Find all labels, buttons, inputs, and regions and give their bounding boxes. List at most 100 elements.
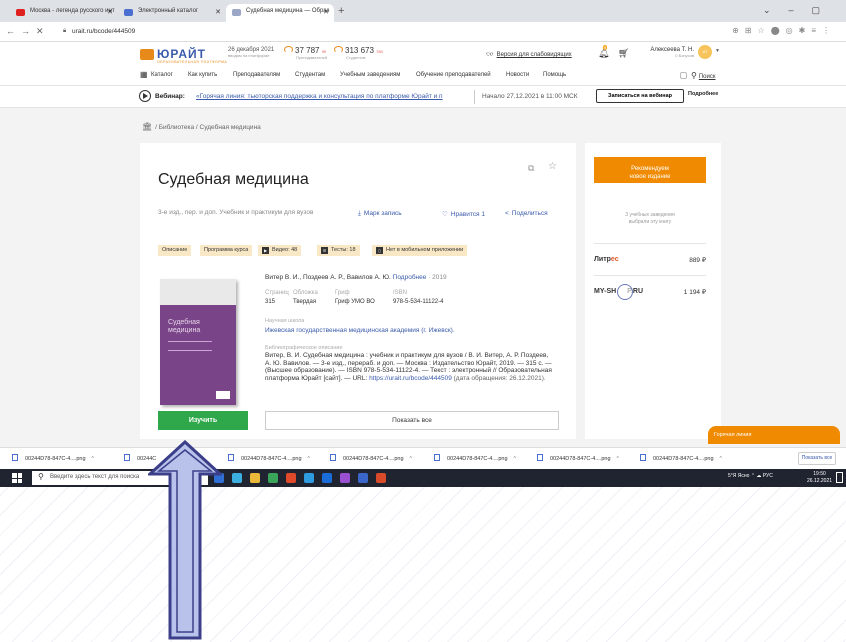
square-icon — [680, 72, 687, 79]
gauge-icon — [334, 46, 343, 53]
menu-item[interactable]: Помощь — [543, 72, 566, 78]
catalog-grid-icon[interactable]: ▦ — [140, 70, 148, 79]
authors-more-link[interactable]: Подробнее — [393, 274, 427, 281]
search-icon: ⚲ — [38, 472, 44, 481]
menu-item[interactable]: Каталог — [151, 72, 173, 78]
lock-icon[interactable]: 🔒︎ — [63, 28, 66, 35]
tab-program[interactable]: Программа курса — [200, 245, 253, 256]
star-icon[interactable]: ☆ — [548, 161, 557, 172]
tab-video[interactable]: ▶ Видео: 48 — [258, 245, 302, 256]
menu-item[interactable]: Студентам — [295, 72, 325, 78]
webinar-link[interactable]: «Горячая линия: тьюторская поддержка и к… — [196, 93, 471, 100]
recommend-new-edition-button[interactable]: Рекомендуем новое издание — [594, 157, 706, 183]
shop-litres[interactable]: Литрес 889 ₽ — [594, 256, 706, 268]
menu-item[interactable]: Учебным заведениям — [340, 72, 400, 78]
address-bar: ←→✕ 🔒︎ urait.ru/bcode/444509 ⊕⊞☆⬤◎✱≡⋮ — [0, 22, 846, 42]
app-icon[interactable] — [286, 473, 296, 483]
download-item[interactable]: 00244D78-847C-4....png ^ — [640, 454, 722, 462]
webinar-signup-button[interactable]: Записаться на вебинар — [596, 89, 684, 103]
shop-myshop[interactable]: MY-SH P.RU 1 194 ₽ — [594, 284, 706, 300]
app-icon[interactable] — [340, 473, 350, 483]
menu-item[interactable]: Преподавателям — [233, 72, 280, 78]
learn-button[interactable]: Изучить — [158, 411, 248, 430]
book-subtitle: 3-е изд., пер. и доп. Учебник и практику… — [158, 209, 314, 216]
visually-impaired-link[interactable]: 👓︎ Версия для слабовидящих — [486, 51, 572, 58]
share-button[interactable]: < Поделиться — [505, 210, 548, 217]
site-header: ЮРАЙТ ОБРАЗОВАТЕЛЬНАЯ ПЛАТФОРМА 26 декаб… — [0, 42, 846, 86]
clock[interactable]: 19:50 26.12.2021 — [807, 471, 832, 485]
main-menu: ▦ Каталог Как купить Преподавателям Студ… — [140, 70, 720, 84]
breadcrumb[interactable]: 🏛︎ / Библиотека / Судебная медицина — [142, 122, 261, 131]
user-name[interactable]: Алексеева Т. Н. 0 Бонусов — [648, 47, 694, 58]
tab-mobile[interactable]: ▯ Нет в мобильном приложении — [372, 245, 468, 256]
url-field[interactable]: urait.ru/bcode/444509 — [72, 28, 135, 35]
heart-icon: ♡ — [442, 211, 448, 218]
app-icon[interactable] — [232, 473, 242, 483]
menu-item[interactable]: Обучение преподавателей — [416, 72, 491, 78]
search-link[interactable]: ⚲ Поиск — [680, 71, 716, 80]
windows-start-icon[interactable] — [12, 473, 22, 483]
nav-buttons-icon[interactable]: ←→✕ — [6, 26, 50, 37]
browser-tab-active[interactable]: Судебная медицина — Образ ✕ — [226, 4, 334, 22]
chevron-up-icon: ^ — [409, 456, 412, 462]
notifications-icon[interactable] — [836, 472, 843, 483]
search-icon: ⚲ — [691, 71, 697, 80]
new-tab-icon[interactable]: + — [338, 5, 344, 17]
app-icon[interactable] — [358, 473, 368, 483]
bell-icon[interactable]: 🔔︎ 5 — [598, 45, 609, 59]
window-controls[interactable]: ⌄–▢ — [763, 5, 838, 16]
tab-tests[interactable]: ☰ Тесты: 18 — [317, 245, 360, 256]
myshop-logo-icon — [617, 284, 633, 300]
file-icon — [640, 454, 646, 461]
download-item[interactable]: 00244D78-847C-4....png ^ — [434, 454, 516, 462]
meta-pages: Страниц 315 — [265, 290, 289, 305]
webinar-more-link[interactable]: Подробнее — [688, 91, 718, 97]
download-item[interactable]: 00244D78-847C-4....png ^ — [228, 454, 310, 462]
authors: Витер В. И., Поздеев А. Р., Вавилов А. Ю… — [265, 274, 447, 281]
file-icon — [537, 454, 543, 461]
folder-icon[interactable] — [250, 473, 260, 483]
app-icon[interactable] — [322, 473, 332, 483]
browser-tab[interactable]: Электронный каталог ✕ — [118, 4, 226, 22]
hotline-button[interactable]: Горячая линия — [708, 426, 840, 444]
book-cover[interactable]: Судебная медицина — [160, 279, 236, 405]
divider — [594, 243, 706, 244]
tab-description[interactable]: Описание — [158, 245, 192, 256]
menu-item[interactable]: Новости — [506, 72, 529, 78]
copy-icon[interactable]: ⧉ — [528, 163, 534, 174]
close-tab-icon[interactable]: ✕ — [215, 8, 221, 16]
like-button[interactable]: ♡ Нравится 1 — [442, 210, 485, 218]
browser-tab[interactable]: Москва - легенда русского инт ✕ — [10, 4, 118, 22]
webinar-date: Начало 27.12.2021 в 11:00 МСК — [482, 93, 578, 100]
file-icon — [330, 454, 336, 461]
chevron-up-icon: ^ — [307, 456, 310, 462]
biblio-url[interactable]: https://urait.ru/bcode/444509 — [369, 375, 452, 382]
chevron-down-icon[interactable]: ▼ — [715, 48, 720, 54]
show-all-button[interactable]: Показать все — [265, 411, 559, 430]
app-icon[interactable] — [376, 473, 386, 483]
glasses-icon: 👓︎ — [486, 52, 494, 58]
cart-icon[interactable]: 🛒︎ — [618, 48, 629, 59]
app-icon[interactable] — [304, 473, 314, 483]
download-item[interactable]: 00244D78-847C-4....png ^ — [330, 454, 412, 462]
extension-icons[interactable]: ⊕⊞☆⬤◎✱≡⋮ — [732, 26, 836, 35]
video-icon: ▶ — [262, 247, 269, 254]
mobile-icon: ▯ — [376, 247, 383, 254]
school-link[interactable]: Ижевская государственная медицинская ака… — [265, 327, 455, 334]
download-icon: ⤓ — [358, 210, 361, 217]
app-icon[interactable] — [268, 473, 278, 483]
close-tab-icon[interactable]: ✕ — [323, 8, 329, 16]
cover-lines — [168, 341, 212, 351]
taskbar: ⚲ Введите здесь текст для поиска 5°Я Ясно… — [0, 469, 846, 487]
logo-mark-icon — [140, 49, 154, 60]
download-item[interactable]: 00244D78-847C-4....png ^ — [537, 454, 619, 462]
close-tab-icon[interactable]: ✕ — [107, 8, 113, 16]
show-all-downloads-button[interactable]: Показать все — [798, 452, 836, 465]
bookmark-button[interactable]: ⤓ Марк запись — [358, 210, 402, 218]
download-item[interactable]: 00244D78-847C-4....png ^ — [12, 454, 94, 462]
share-icon: < — [505, 210, 509, 217]
home-icon: 🏛︎ — [142, 122, 153, 131]
menu-item[interactable]: Как купить — [188, 72, 217, 78]
system-tray[interactable]: 5°Я Ясно ⌃ ☁ РУС — [728, 473, 773, 479]
avatar[interactable]: АТ — [698, 45, 712, 59]
